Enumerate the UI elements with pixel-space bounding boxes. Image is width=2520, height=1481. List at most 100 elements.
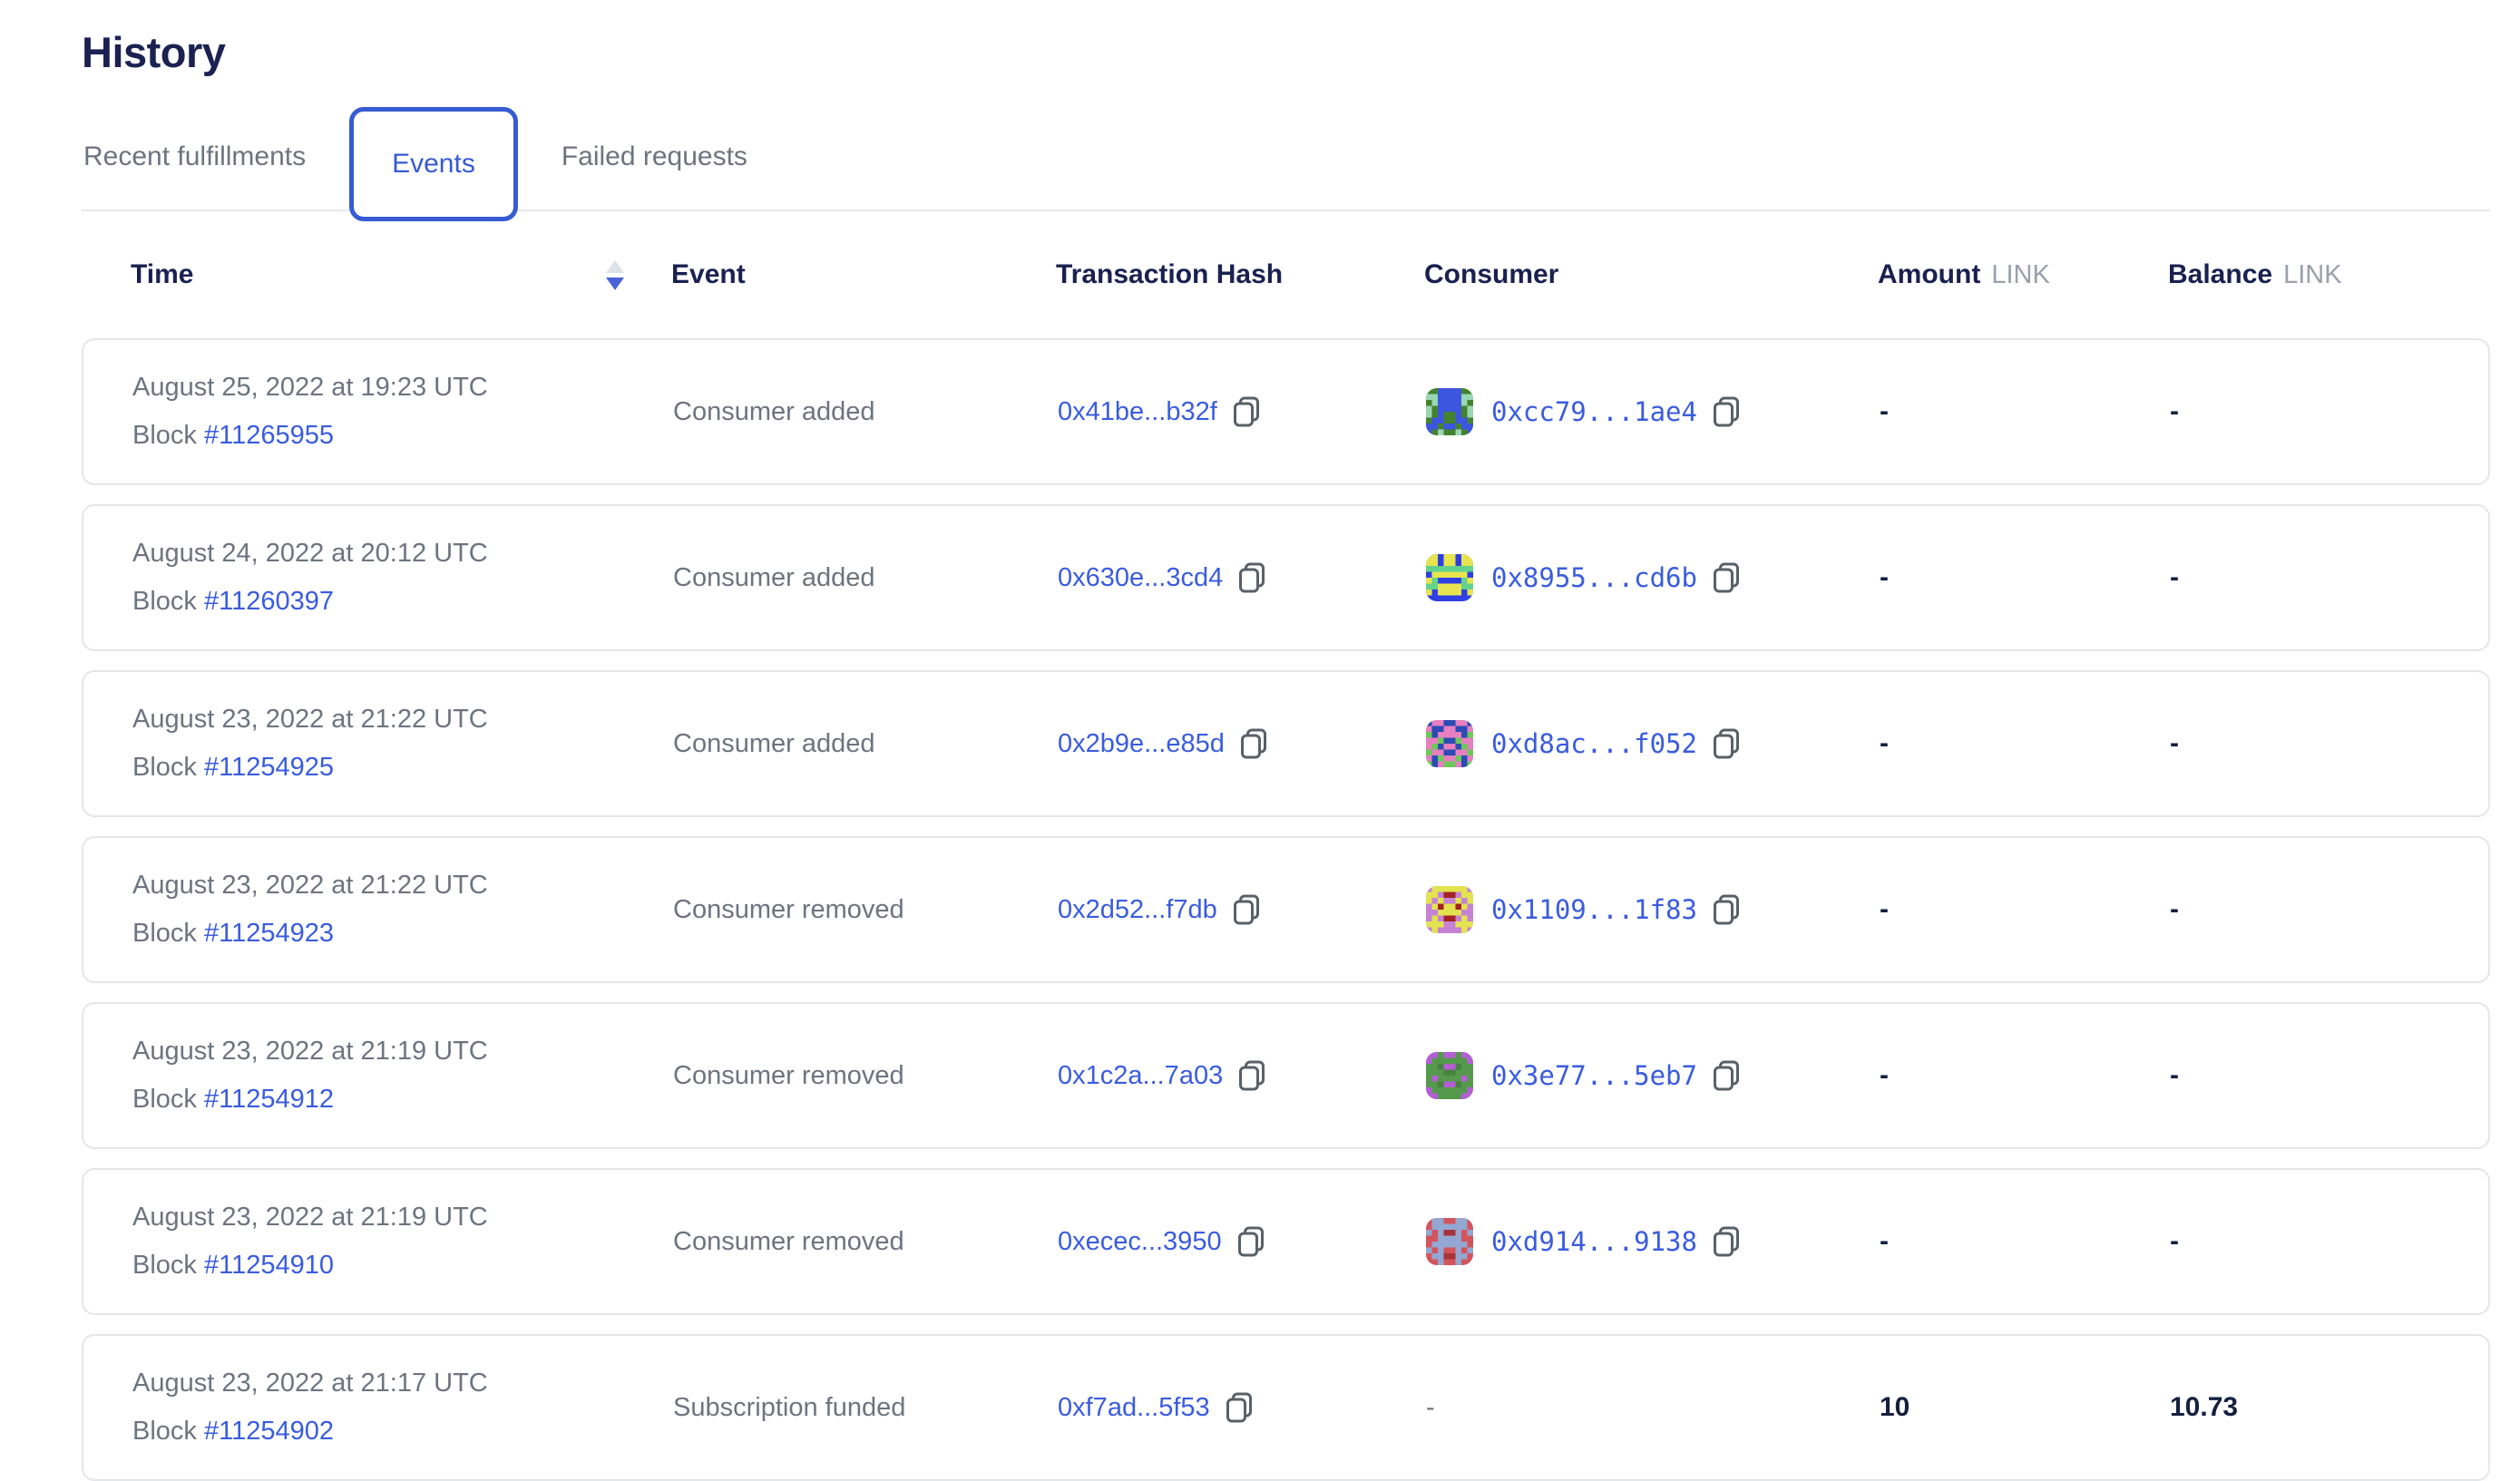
copy-icon[interactable]	[1232, 893, 1261, 926]
transaction-hash-cell: 0x1c2a...7a03	[1058, 1059, 1426, 1092]
block-label: Block	[132, 1417, 204, 1446]
event-cell: Consumer added	[673, 729, 1058, 759]
balance-cell: -	[2170, 1060, 2439, 1091]
history-page: History Recent fulfillments Events Faile…	[0, 0, 2520, 1481]
block-label: Block	[132, 421, 204, 450]
block-number-link[interactable]: #11260397	[204, 587, 334, 616]
amount-cell: -	[1880, 562, 2170, 593]
consumer-empty-value: -	[1426, 1393, 1435, 1423]
copy-icon[interactable]	[1712, 1225, 1741, 1258]
consumer-cell: 0xd8ac...f052	[1426, 720, 1880, 767]
consumer-address-link[interactable]: 0xcc79...1ae4	[1491, 396, 1697, 427]
copy-icon[interactable]	[1712, 1059, 1741, 1092]
event-cell: Consumer removed	[673, 1061, 1058, 1091]
row-timestamp: August 23, 2022 at 21:22 UTC	[132, 705, 673, 735]
time-cell: August 23, 2022 at 21:22 UTC Block #1125…	[132, 871, 673, 949]
copy-icon[interactable]	[1236, 1225, 1265, 1258]
copy-icon[interactable]	[1712, 395, 1741, 428]
amount-cell: -	[1880, 1060, 2170, 1091]
transaction-hash-cell: 0x41be...b32f	[1058, 395, 1426, 428]
consumer-identicon	[1426, 1052, 1473, 1099]
transaction-hash-link[interactable]: 0x41be...b32f	[1058, 397, 1217, 427]
tab-events[interactable]: Events	[349, 107, 518, 221]
time-cell: August 25, 2022 at 19:23 UTC Block #1126…	[132, 373, 673, 451]
sort-arrows-icon[interactable]	[606, 260, 624, 290]
balance-cell: 10.73	[2170, 1392, 2439, 1423]
page-title: History	[82, 27, 2490, 77]
table-row: August 23, 2022 at 21:19 UTC Block #1125…	[82, 1168, 2490, 1315]
copy-icon[interactable]	[1712, 727, 1741, 760]
block-number-link[interactable]: #11254912	[204, 1085, 334, 1114]
table-row: August 23, 2022 at 21:17 UTC Block #1125…	[82, 1334, 2490, 1481]
tab-recent-fulfillments[interactable]: Recent fulfillments	[82, 143, 308, 171]
block-label: Block	[132, 1251, 204, 1280]
amount-cell: -	[1880, 396, 2170, 427]
consumer-identicon	[1426, 1218, 1473, 1265]
amount-unit-label: LINK	[1991, 260, 2049, 289]
copy-icon[interactable]	[1232, 395, 1261, 428]
block-number-link[interactable]: #11254923	[204, 919, 334, 948]
block-label: Block	[132, 753, 204, 782]
transaction-hash-cell: 0x2d52...f7db	[1058, 893, 1426, 926]
row-timestamp: August 23, 2022 at 21:19 UTC	[132, 1037, 673, 1067]
consumer-cell: 0xcc79...1ae4	[1426, 388, 1880, 435]
copy-icon[interactable]	[1237, 1059, 1266, 1092]
time-cell: August 23, 2022 at 21:17 UTC Block #1125…	[132, 1369, 673, 1447]
consumer-address-link[interactable]: 0x1109...1f83	[1491, 894, 1697, 925]
event-cell: Consumer added	[673, 563, 1058, 593]
consumer-identicon	[1426, 554, 1473, 601]
tab-failed-requests[interactable]: Failed requests	[560, 143, 749, 171]
table-row: August 23, 2022 at 21:19 UTC Block #1125…	[82, 1002, 2490, 1149]
balance-cell: -	[2170, 562, 2439, 593]
block-number-link[interactable]: #11254910	[204, 1251, 334, 1280]
time-cell: August 23, 2022 at 21:22 UTC Block #1125…	[132, 705, 673, 783]
history-tabs: Recent fulfillments Events Failed reques…	[82, 104, 2490, 211]
transaction-hash-link[interactable]: 0x630e...3cd4	[1058, 563, 1223, 593]
table-row: August 24, 2022 at 20:12 UTC Block #1126…	[82, 504, 2490, 651]
transaction-hash-cell: 0xecec...3950	[1058, 1225, 1426, 1258]
consumer-address-link[interactable]: 0xd8ac...f052	[1491, 728, 1697, 759]
column-header-consumer: Consumer	[1424, 259, 1878, 290]
transaction-hash-link[interactable]: 0xf7ad...5f53	[1058, 1393, 1210, 1423]
transaction-hash-cell: 0xf7ad...5f53	[1058, 1391, 1426, 1424]
block-number-link[interactable]: #11254925	[204, 753, 334, 782]
copy-icon[interactable]	[1239, 727, 1268, 760]
row-timestamp: August 23, 2022 at 21:19 UTC	[132, 1203, 673, 1233]
events-table-body: August 25, 2022 at 19:23 UTC Block #1126…	[82, 338, 2490, 1481]
table-row: August 23, 2022 at 21:22 UTC Block #1125…	[82, 836, 2490, 983]
time-header-label: Time	[131, 259, 193, 290]
event-cell: Consumer removed	[673, 895, 1058, 925]
consumer-address-link[interactable]: 0x3e77...5eb7	[1491, 1060, 1697, 1091]
copy-icon[interactable]	[1712, 893, 1741, 926]
column-header-transaction-hash: Transaction Hash	[1056, 259, 1424, 290]
amount-cell: -	[1880, 894, 2170, 925]
consumer-cell: 0x3e77...5eb7	[1426, 1052, 1880, 1099]
column-header-event: Event	[671, 259, 1056, 290]
event-cell: Consumer added	[673, 397, 1058, 427]
table-row: August 25, 2022 at 19:23 UTC Block #1126…	[82, 338, 2490, 485]
block-number-link[interactable]: #11254902	[204, 1417, 334, 1446]
copy-icon[interactable]	[1237, 561, 1266, 594]
time-cell: August 24, 2022 at 20:12 UTC Block #1126…	[132, 539, 673, 617]
row-timestamp: August 25, 2022 at 19:23 UTC	[132, 373, 673, 403]
transaction-hash-link[interactable]: 0x1c2a...7a03	[1058, 1061, 1223, 1091]
transaction-hash-link[interactable]: 0x2d52...f7db	[1058, 895, 1217, 925]
transaction-hash-cell: 0x630e...3cd4	[1058, 561, 1426, 594]
balance-cell: -	[2170, 728, 2439, 759]
consumer-cell: 0xd914...9138	[1426, 1218, 1880, 1265]
block-number-link[interactable]: #11265955	[204, 421, 334, 450]
event-cell: Consumer removed	[673, 1227, 1058, 1257]
time-cell: August 23, 2022 at 21:19 UTC Block #1125…	[132, 1037, 673, 1115]
time-cell: August 23, 2022 at 21:19 UTC Block #1125…	[132, 1203, 673, 1281]
consumer-cell: -	[1426, 1393, 1880, 1423]
consumer-identicon	[1426, 720, 1473, 767]
copy-icon[interactable]	[1712, 561, 1741, 594]
copy-icon[interactable]	[1225, 1391, 1254, 1424]
transaction-hash-link[interactable]: 0x2b9e...e85d	[1058, 729, 1225, 759]
consumer-address-link[interactable]: 0xd914...9138	[1491, 1226, 1697, 1257]
block-label: Block	[132, 919, 204, 948]
balance-cell: -	[2170, 1226, 2439, 1257]
consumer-address-link[interactable]: 0x8955...cd6b	[1491, 562, 1697, 593]
transaction-hash-link[interactable]: 0xecec...3950	[1058, 1227, 1222, 1257]
balance-header-label: Balance	[2168, 259, 2272, 289]
